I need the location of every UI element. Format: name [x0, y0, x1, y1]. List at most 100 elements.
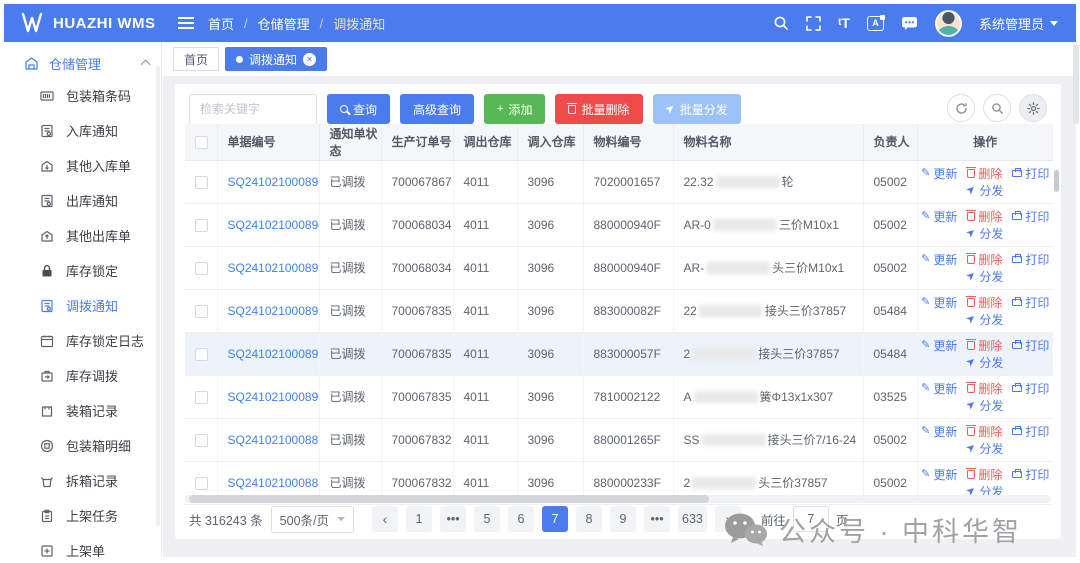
menu-toggle-icon[interactable] — [178, 17, 194, 29]
print-link[interactable]: 打印 — [1012, 165, 1049, 182]
refresh-button[interactable] — [947, 94, 975, 122]
doc-no-link[interactable]: SQ241021000888 — [228, 476, 320, 490]
delete-link[interactable]: 删除 — [967, 208, 1002, 225]
row-checkbox[interactable] — [195, 477, 208, 490]
sidebar-item-transfer-notice[interactable]: 调拨通知 — [4, 288, 161, 323]
delete-link[interactable]: 删除 — [967, 294, 1002, 311]
update-link[interactable]: ✎更新 — [921, 466, 957, 483]
print-link[interactable]: 打印 — [1012, 208, 1049, 225]
row-checkbox[interactable] — [195, 219, 208, 232]
print-link[interactable]: 打印 — [1012, 423, 1049, 440]
row-checkbox[interactable] — [195, 176, 208, 189]
table-vertical-scrollbar[interactable] — [1054, 170, 1059, 192]
print-link[interactable]: 打印 — [1012, 337, 1049, 354]
print-link[interactable]: 打印 — [1012, 466, 1049, 483]
add-button[interactable]: + 添加 — [484, 94, 545, 124]
doc-no-link[interactable]: SQ241021000893 — [228, 261, 320, 275]
page-ellipsis[interactable]: ••• — [440, 506, 466, 532]
update-link[interactable]: ✎更新 — [921, 294, 957, 311]
page-scrollbar[interactable] — [1073, 44, 1079, 124]
query-button[interactable]: 查询 — [327, 94, 390, 124]
delete-link[interactable]: 删除 — [967, 423, 1002, 440]
sidebar-item-stock-lock-log[interactable]: 库存锁定日志 — [4, 323, 161, 358]
page-button-6[interactable]: 6 — [508, 506, 534, 532]
page-button-7-active[interactable]: 7 — [542, 506, 568, 532]
settings-gear-button[interactable] — [1019, 94, 1047, 122]
row-checkbox[interactable] — [195, 434, 208, 447]
goto-page-input[interactable] — [793, 506, 829, 532]
delete-link[interactable]: 删除 — [967, 251, 1002, 268]
print-link[interactable]: 打印 — [1012, 380, 1049, 397]
sidebar-group-warehouse[interactable]: 仓储管理 — [4, 48, 161, 78]
update-link[interactable]: ✎更新 — [921, 380, 957, 397]
print-link[interactable]: 打印 — [1012, 294, 1049, 311]
page-ellipsis[interactable]: ••• — [644, 506, 670, 532]
sidebar-item-shelving-task[interactable]: 上架任务 — [4, 498, 161, 533]
prev-page-button[interactable]: ‹ — [372, 506, 398, 532]
sidebar-item-box-detail[interactable]: 包装箱明细 — [4, 428, 161, 463]
dispatch-link[interactable]: ➤分发 — [967, 268, 1003, 285]
dispatch-link[interactable]: ➤分发 — [967, 225, 1003, 242]
sidebar-item-packing-record[interactable]: 装箱记录 — [4, 393, 161, 428]
tab-home[interactable]: 首页 — [173, 47, 219, 71]
row-checkbox[interactable] — [195, 305, 208, 318]
horizontal-scrollbar-track[interactable] — [185, 495, 1051, 503]
advanced-query-button[interactable]: 高级查询 — [400, 94, 474, 124]
page-button-1[interactable]: 1 — [406, 506, 432, 532]
delete-link[interactable]: 删除 — [967, 337, 1002, 354]
search-icon[interactable] — [773, 15, 789, 31]
update-link[interactable]: ✎更新 — [921, 337, 957, 354]
batch-delete-button[interactable]: 批量删除 — [555, 94, 642, 124]
close-icon[interactable]: ✕ — [303, 53, 316, 66]
user-avatar[interactable] — [935, 10, 962, 37]
update-link[interactable]: ✎更新 — [921, 208, 957, 225]
doc-no-link[interactable]: SQ241021000889 — [228, 433, 320, 447]
dispatch-link[interactable]: ➤分发 — [967, 354, 1003, 371]
page-size-select[interactable]: 500条/页 — [271, 506, 354, 533]
sidebar-item-other-outbound[interactable]: 其他出库单 — [4, 218, 161, 253]
sidebar-item-box-barcode[interactable]: 包装箱条码 — [4, 78, 161, 113]
page-button-8[interactable]: 8 — [576, 506, 602, 532]
translate-icon[interactable]: A — [867, 16, 884, 31]
dispatch-link[interactable]: ➤分发 — [967, 311, 1003, 328]
delete-link[interactable]: 删除 — [967, 165, 1002, 182]
delete-link[interactable]: 删除 — [967, 380, 1002, 397]
next-page-button[interactable]: › — [715, 506, 741, 532]
doc-no-link[interactable]: SQ241021000895 — [228, 175, 320, 189]
font-size-icon[interactable]: tT — [838, 16, 850, 30]
sidebar-item-outbound-notice[interactable]: 出库通知 — [4, 183, 161, 218]
horizontal-scrollbar-thumb[interactable] — [189, 495, 709, 503]
row-checkbox[interactable] — [195, 262, 208, 275]
doc-no-link[interactable]: SQ241021000892 — [228, 304, 320, 318]
row-checkbox[interactable] — [195, 348, 208, 361]
print-link[interactable]: 打印 — [1012, 251, 1049, 268]
doc-no-link[interactable]: SQ241021000891 — [228, 347, 320, 361]
update-link[interactable]: ✎更新 — [921, 165, 957, 182]
update-link[interactable]: ✎更新 — [921, 423, 957, 440]
dispatch-link[interactable]: ➤分发 — [967, 182, 1003, 199]
search-input[interactable] — [189, 94, 317, 125]
user-menu[interactable]: 系统管理员 — [979, 14, 1058, 33]
page-button-5[interactable]: 5 — [474, 506, 500, 532]
dispatch-link[interactable]: ➤分发 — [967, 397, 1003, 414]
update-link[interactable]: ✎更新 — [921, 251, 957, 268]
sidebar-scrollbar[interactable] — [156, 66, 160, 526]
dispatch-link[interactable]: ➤分发 — [967, 440, 1003, 457]
batch-dispatch-button[interactable]: ➤ 批量分发 — [653, 94, 741, 124]
page-button-633[interactable]: 633 — [678, 506, 707, 532]
breadcrumb-home[interactable]: 首页 — [208, 14, 234, 33]
page-button-9[interactable]: 9 — [610, 506, 636, 532]
fullscreen-icon[interactable] — [806, 16, 821, 31]
sidebar-item-stock-transfer[interactable]: 库存调拨 — [4, 358, 161, 393]
row-checkbox[interactable] — [195, 391, 208, 404]
breadcrumb-module[interactable]: 仓储管理 — [258, 14, 310, 33]
sidebar-item-stock-lock[interactable]: 库存锁定 — [4, 253, 161, 288]
doc-no-link[interactable]: SQ241021000894 — [228, 218, 320, 232]
sidebar-item-other-inbound[interactable]: 其他入库单 — [4, 148, 161, 183]
delete-link[interactable]: 删除 — [967, 466, 1002, 483]
doc-no-link[interactable]: SQ241021000890 — [228, 390, 320, 404]
sidebar-item-shelving-order[interactable]: 上架单 — [4, 533, 161, 557]
select-all-checkbox[interactable] — [195, 136, 208, 149]
zoom-button[interactable] — [983, 94, 1011, 122]
sidebar-item-inbound-notice[interactable]: 入库通知 — [4, 113, 161, 148]
